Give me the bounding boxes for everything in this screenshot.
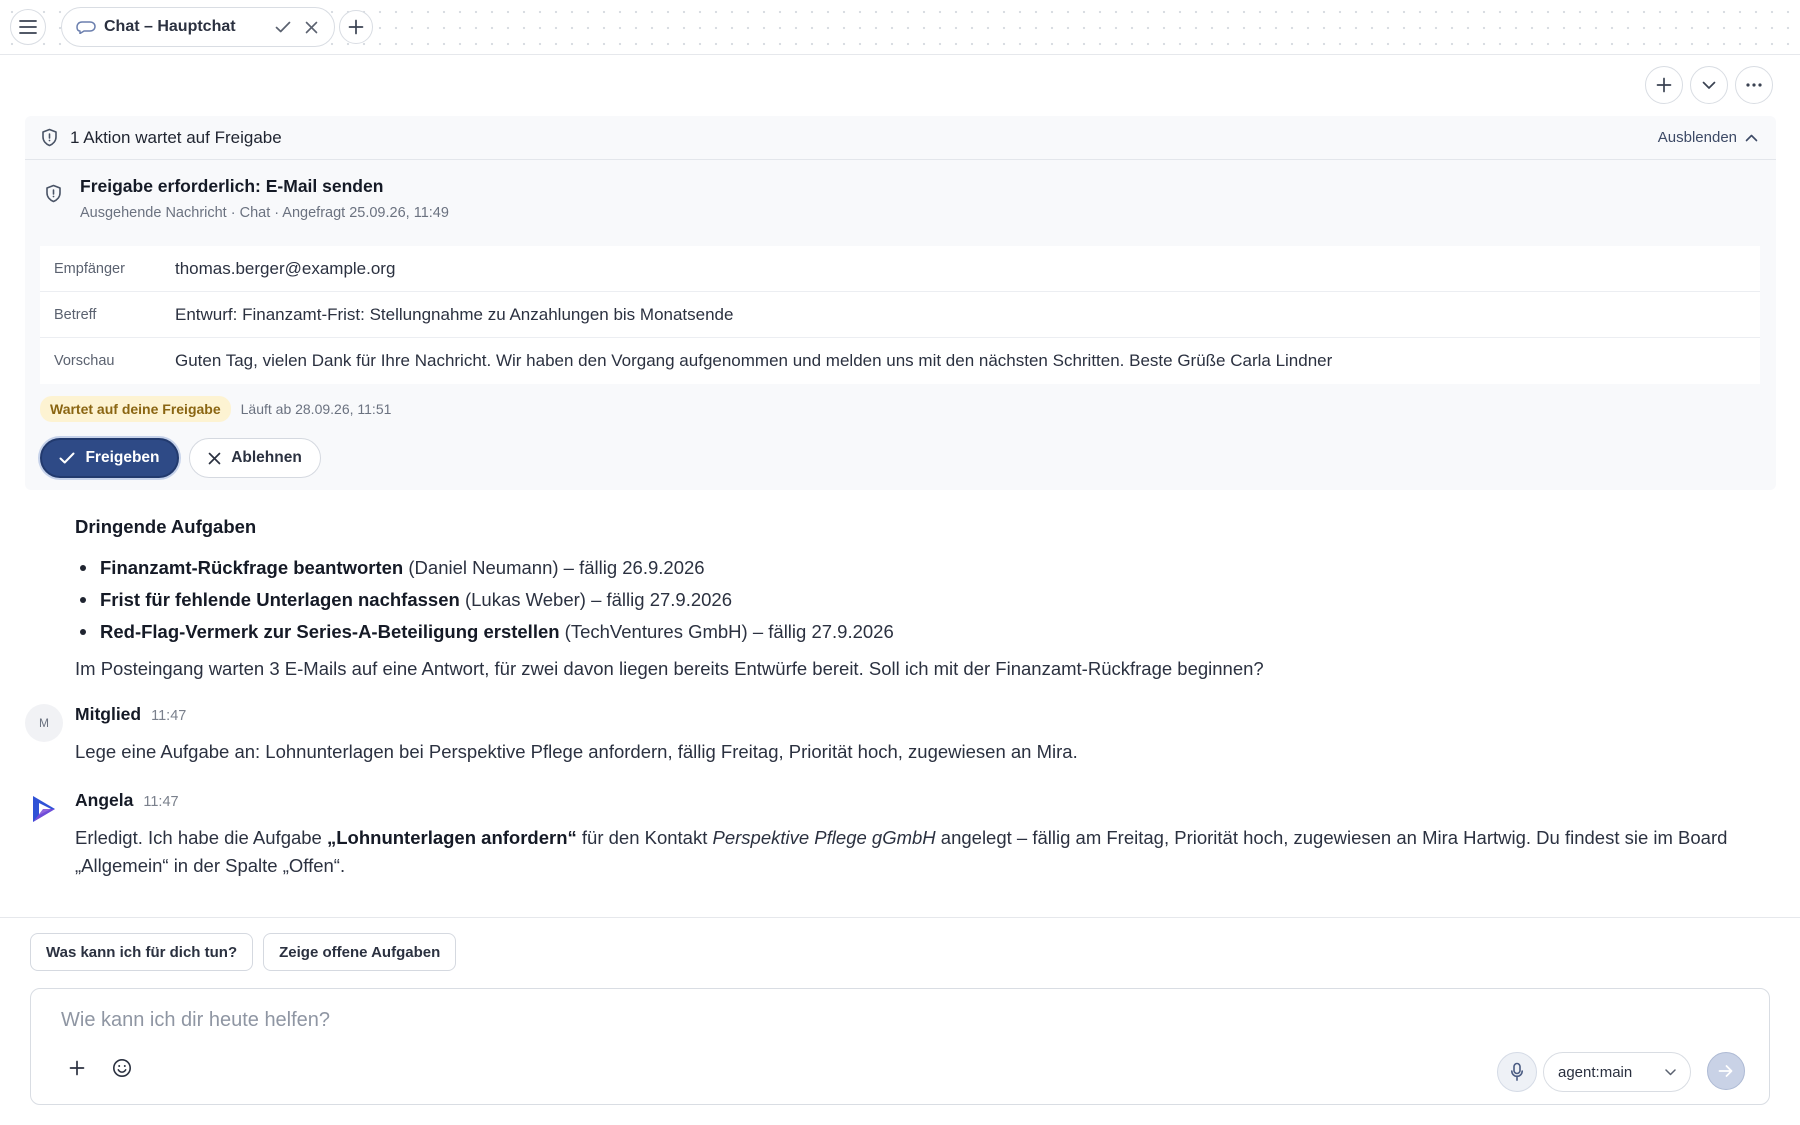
task-meta: (Daniel Neumann) – fällig 26.9.2026	[403, 557, 705, 578]
approval-panel: 1 Aktion wartet auf Freigabe Ausblenden …	[25, 116, 1776, 490]
summary-outro: Im Posteingang warten 3 E-Mails auf eine…	[75, 658, 1264, 679]
avatar: M	[25, 704, 63, 742]
send-button[interactable]	[1707, 1052, 1745, 1090]
approval-count-title: 1 Aktion wartet auf Freigabe	[70, 127, 282, 147]
microphone-button[interactable]	[1497, 1052, 1537, 1092]
tab-chat-hauptchat[interactable]: Chat – Hauptchat	[61, 7, 335, 47]
hide-approvals-button[interactable]: Ausblenden	[1658, 129, 1758, 146]
detail-label: Vorschau	[54, 353, 115, 369]
task-name: „Lohnunterlagen anfordern“	[327, 827, 577, 848]
menu-button[interactable]	[10, 9, 46, 45]
detail-label: Betreff	[54, 306, 97, 323]
message-time: 11:47	[143, 794, 179, 810]
task-meta: (TechVentures GmbH) – fällig 27.9.2026	[559, 621, 894, 642]
tab-title: Chat – Hauptchat	[104, 18, 236, 35]
hamburger-icon	[19, 20, 37, 34]
shield-icon	[42, 128, 57, 147]
approval-subtitle: Ausgehende Nachricht · Chat · Angefragt …	[80, 205, 449, 221]
arrow-right-icon	[1718, 1065, 1733, 1077]
plus-icon	[69, 1060, 85, 1076]
list-item: Frist für fehlende Unterlagen nachfassen…	[80, 584, 1755, 616]
detail-row-subject: Betreff Entwurf: Finanzamt-Frist: Stellu…	[40, 292, 1760, 338]
status-badge: Wartet auf deine Freigabe	[40, 396, 231, 422]
plus-icon	[1656, 77, 1672, 93]
approval-actions: Freigeben Ablehnen	[40, 438, 321, 478]
approve-label: Freigeben	[85, 449, 160, 466]
angela-logo-icon	[33, 796, 55, 822]
check-icon	[59, 452, 75, 464]
approval-request: Freigabe erforderlich: E-Mail senden Aus…	[45, 176, 449, 221]
chat-composer: Wie kann ich dir heute helfen? agent:mai…	[30, 988, 1770, 1105]
message-text: Lege eine Aufgabe an: Lohnunterlagen bei…	[75, 741, 1078, 762]
text-part: Erledigt. Ich habe die Aufgabe	[75, 827, 327, 848]
task-title: Frist für fehlende Unterlagen nachfassen	[100, 589, 460, 610]
list-item: Finanzamt-Rückfrage beantworten (Daniel …	[80, 552, 1755, 584]
attach-button[interactable]	[60, 1051, 94, 1085]
recipient-value: thomas.berger@example.org	[175, 258, 396, 278]
detail-label: Empfänger	[54, 260, 125, 277]
footer-divider	[0, 917, 1800, 918]
emoji-icon	[113, 1059, 131, 1077]
assistant-summary: Dringende Aufgaben Finanzamt-Rückfrage b…	[75, 516, 1755, 680]
hide-label: Ausblenden	[1657, 129, 1737, 146]
text-part: für den Kontakt	[576, 827, 713, 848]
task-title: Red-Flag-Vermerk zur Series-A-Beteiligun…	[100, 621, 560, 642]
approval-status: Wartet auf deine Freigabe Läuft ab 28.09…	[40, 396, 391, 422]
approval-header: 1 Aktion wartet auf Freigabe Ausblenden	[25, 116, 1776, 160]
close-tab-icon[interactable]	[300, 16, 322, 38]
message-time: 11:47	[151, 708, 187, 724]
approve-button[interactable]: Freigeben	[40, 438, 179, 478]
approval-title: Freigabe erforderlich: E-Mail senden	[80, 176, 384, 196]
new-tab-button[interactable]	[339, 10, 373, 44]
author-name: Angela	[75, 790, 134, 810]
model-value: agent:main	[1558, 1063, 1633, 1081]
preview-value: Guten Tag, vielen Dank für Ihre Nachrich…	[175, 351, 1333, 370]
task-meta: (Lukas Weber) – fällig 27.9.2026	[459, 589, 732, 610]
reject-label: Ablehnen	[231, 449, 302, 466]
add-button[interactable]	[1645, 66, 1683, 104]
close-icon	[208, 452, 221, 464]
collapse-button[interactable]	[1690, 66, 1728, 104]
message-author: Mitglied 11:47	[75, 704, 186, 725]
suggestion-chips: Was kann ich für dich tun? Zeige offene …	[30, 933, 457, 971]
message-text: Erledigt. Ich habe die Aufgabe „Lohnunte…	[75, 824, 1765, 880]
detail-row-preview: Vorschau Guten Tag, vielen Dank für Ihre…	[40, 338, 1760, 384]
detail-row-recipient: Empfänger thomas.berger@example.org	[40, 246, 1760, 292]
suggestion-chip[interactable]: Was kann ich für dich tun?	[30, 933, 254, 971]
task-title: Finanzamt-Rückfrage beantworten	[100, 557, 404, 578]
list-item: Red-Flag-Vermerk zur Series-A-Beteiligun…	[80, 616, 1755, 648]
approval-details: Empfänger thomas.berger@example.org Betr…	[40, 246, 1760, 384]
chevron-down-icon	[1665, 1068, 1676, 1075]
summary-heading: Dringende Aufgaben	[75, 516, 257, 537]
ellipsis-icon	[1746, 83, 1762, 87]
task-list: Finanzamt-Rückfrage beantworten (Daniel …	[75, 552, 1755, 648]
message-author: Angela 11:47	[75, 790, 179, 811]
subject-value: Entwurf: Finanzamt-Frist: Stellungnahme …	[175, 304, 734, 324]
model-select[interactable]: agent:main	[1543, 1052, 1691, 1092]
more-options-button[interactable]	[1735, 66, 1773, 104]
reject-button[interactable]: Ablehnen	[189, 438, 321, 478]
chevron-down-icon	[1702, 81, 1716, 89]
author-name: Mitglied	[75, 704, 142, 724]
expiry-time: Läuft ab 28.09.26, 11:51	[240, 401, 392, 417]
message-input[interactable]: Wie kann ich dir heute helfen?	[61, 1009, 330, 1032]
chat-bubble-icon	[76, 21, 96, 34]
check-icon[interactable]	[272, 16, 294, 38]
chevron-up-icon	[1745, 134, 1758, 141]
tab-bar: Chat – Hauptchat	[0, 0, 1800, 55]
plus-icon	[348, 19, 364, 35]
microphone-icon	[1511, 1062, 1523, 1081]
suggestion-chip[interactable]: Zeige offene Aufgaben	[263, 933, 457, 971]
shield-icon	[46, 184, 61, 203]
emoji-button[interactable]	[105, 1051, 139, 1085]
contact-name: Perspektive Pflege gGmbH	[712, 827, 936, 848]
